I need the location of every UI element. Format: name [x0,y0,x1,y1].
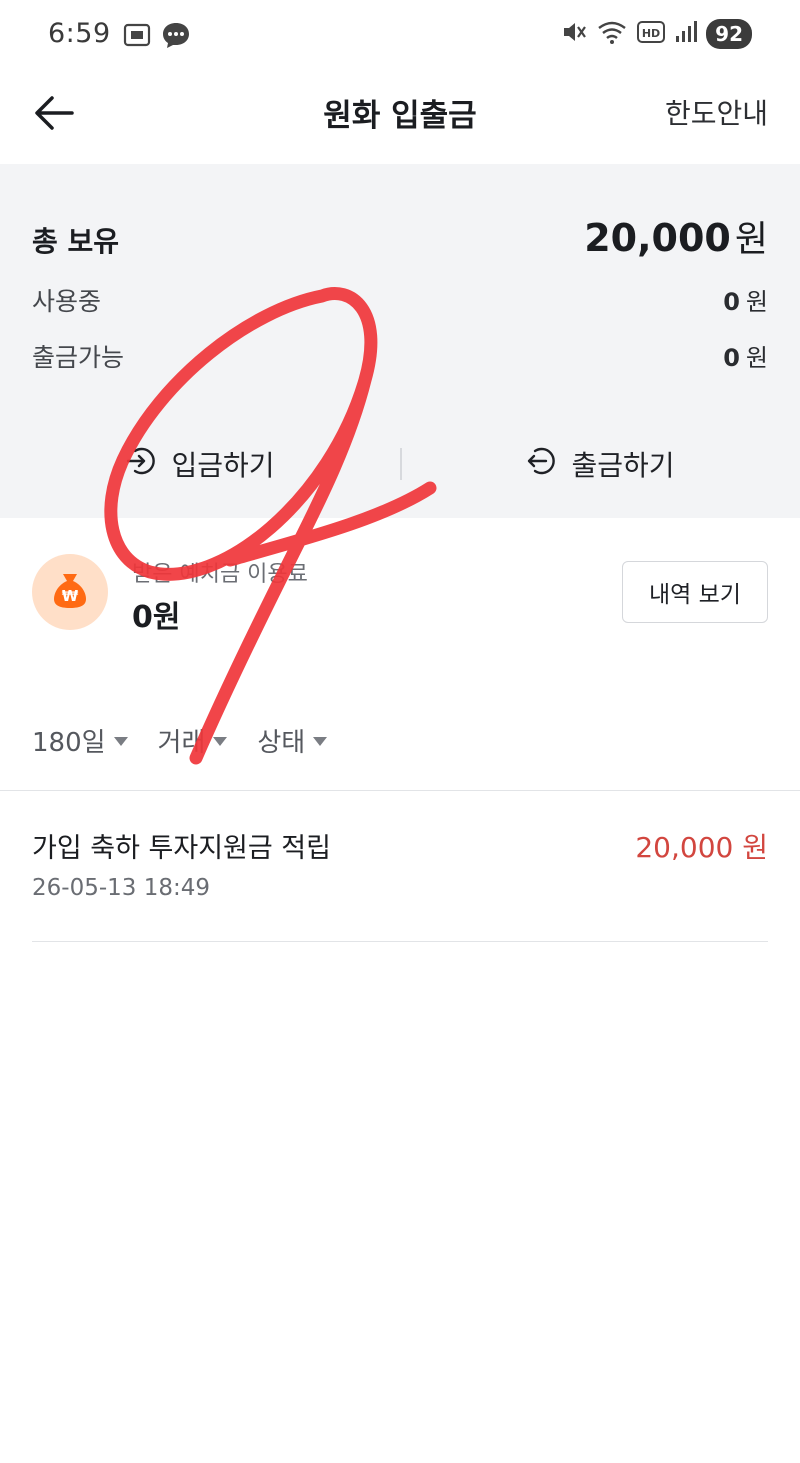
in-use-amount: 0 [723,288,740,316]
status-left-icons [122,20,192,54]
withdrawable-row: 출금가능 0원 [32,338,768,374]
total-holdings-amount: 20,000 [584,216,731,260]
withdraw-button[interactable]: 출금하기 [400,444,800,485]
view-history-button[interactable]: 내역 보기 [622,561,768,623]
status-bar: 6:59 HD 92 [0,0,800,72]
status-right-icons: HD 92 [560,18,752,50]
svg-text:HD: HD [642,27,660,40]
status-time: 6:59 [48,18,111,49]
battery-indicator: 92 [706,19,752,49]
in-use-value: 0원 [723,282,768,317]
screenshot-icon [122,20,152,54]
withdrawable-amount: 0 [723,344,740,372]
wifi-icon [596,18,628,50]
transaction-title: 가입 축하 투자지원금 적립 [32,833,331,864]
action-row: 입금하기 출금하기 [0,434,800,494]
withdrawable-value: 0원 [723,338,768,373]
deposit-fee-label: 받은 예치금 이용료 [132,562,308,587]
caret-down-icon [213,737,228,746]
withdraw-icon [525,444,559,485]
balance-panel: 총 보유 20,000 원 사용중 0원 출금가능 0원 입금하기 출금하기 [0,164,800,518]
in-use-row: 사용중 0원 [32,282,768,318]
transaction-type-filter[interactable]: 거래 [158,722,228,759]
total-holdings-row: 총 보유 20,000 원 [32,210,768,262]
caret-down-icon [313,737,328,746]
transaction-item[interactable]: 가입 축하 투자지원금 적립 26-05-13 18:49 20,000 원 [32,791,768,942]
total-holdings-value: 20,000 원 [584,210,768,262]
money-bag-icon: ₩ [48,568,92,616]
hd-icon: HD [636,19,666,49]
caret-down-icon [113,737,128,746]
action-divider [400,448,402,480]
transaction-type-filter-label: 거래 [157,728,206,758]
total-holdings-unit: 원 [734,219,768,260]
mute-icon [560,18,588,50]
signal-icon [674,19,698,49]
period-filter-label: 180일 [32,728,106,758]
in-use-unit: 원 [745,288,768,316]
withdraw-label: 출금하기 [571,449,675,482]
deposit-fee-section: ₩ 받은 예치금 이용료 0원 내역 보기 [0,518,800,708]
in-use-label: 사용중 [32,287,102,316]
deposit-button[interactable]: 입금하기 [0,444,400,485]
fee-avatar: ₩ [32,554,108,630]
withdrawable-unit: 원 [745,344,768,372]
deposit-icon [125,444,159,485]
transaction-amount: 20,000 원 [635,831,768,864]
filter-row: 180일 거래 상태 [32,722,328,759]
status-filter[interactable]: 상태 [257,722,328,759]
status-filter-label: 상태 [257,728,306,758]
limit-info-link[interactable]: 한도안내 [665,92,768,132]
deposit-fee-amount: 0원 [132,600,181,635]
period-filter[interactable]: 180일 [32,722,128,759]
withdrawable-label: 출금가능 [32,343,125,372]
svg-text:₩: ₩ [62,587,79,605]
app-header: 원화 입출금 한도안내 [0,72,800,164]
chat-bubble-icon [160,20,192,54]
deposit-label: 입금하기 [171,449,275,482]
transaction-date: 26-05-13 18:49 [32,875,210,901]
total-holdings-label: 총 보유 [32,225,120,258]
